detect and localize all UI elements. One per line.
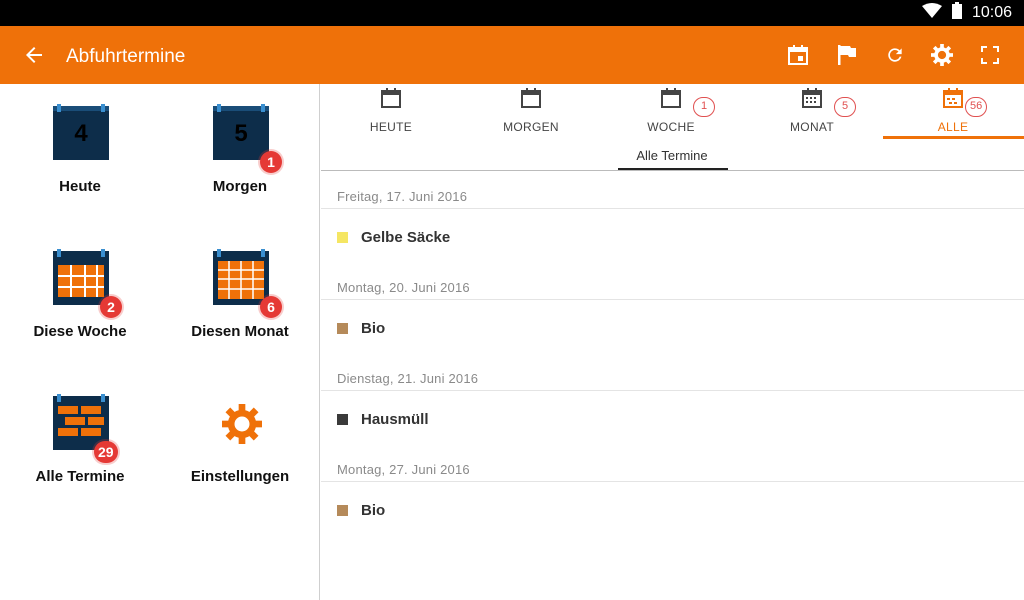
tab-count-badge: 56 xyxy=(965,97,988,117)
tile-diesen-monat[interactable]: 6 Diesen Monat xyxy=(160,229,320,369)
tab-monat[interactable]: 5 MONAT xyxy=(742,84,882,140)
termine-list: Freitag, 17. Juni 2016 Gelbe Säcke Monta… xyxy=(321,182,1024,546)
tab-alle[interactable]: 56 ALLE xyxy=(883,84,1023,140)
tile-label: Einstellungen xyxy=(190,468,290,485)
status-bar: 10:06 xyxy=(0,0,1024,26)
tile-day-number: 5 xyxy=(234,120,248,147)
color-swatch xyxy=(337,413,348,425)
list-item[interactable]: Freitag, 17. Juni 2016 Gelbe Säcke xyxy=(321,182,1024,273)
calendar-today-icon[interactable] xyxy=(786,43,810,67)
subtab-alle-termine[interactable]: Alle Termine xyxy=(617,148,727,170)
tile-label: Diese Woche xyxy=(33,323,127,340)
tile-label: Alle Termine xyxy=(35,468,125,485)
divider xyxy=(321,390,1024,391)
tile-alle-termine[interactable]: 29 Alle Termine xyxy=(0,374,160,514)
tile-day-number: 4 xyxy=(74,120,88,147)
active-tab-indicator xyxy=(883,136,1024,139)
entry-date: Dienstag, 21. Juni 2016 xyxy=(337,371,479,386)
wifi-icon xyxy=(921,2,942,24)
entry-date: Montag, 20. Juni 2016 xyxy=(337,280,470,295)
tile-count-badge: 2 xyxy=(100,296,122,318)
tile-heute[interactable]: 4 Heute xyxy=(0,84,160,224)
divider xyxy=(321,299,1024,300)
tab-label: WOCHE xyxy=(647,120,695,134)
tab-count-badge: 5 xyxy=(834,97,856,117)
tab-morgen[interactable]: MORGEN xyxy=(461,84,601,140)
fullscreen-icon[interactable] xyxy=(978,43,1002,67)
status-time: 10:06 xyxy=(971,4,1012,21)
tab-heute[interactable]: HEUTE xyxy=(321,84,461,140)
tile-diese-woche[interactable]: 2 Diese Woche xyxy=(0,229,160,369)
calendar-all-icon xyxy=(943,88,963,108)
flag-icon[interactable] xyxy=(835,43,859,67)
tile-count-badge: 29 xyxy=(94,441,118,463)
tile-morgen[interactable]: 5 1 Morgen xyxy=(160,84,320,224)
tile-label: Heute xyxy=(59,178,101,195)
refresh-icon[interactable] xyxy=(883,43,907,67)
list-item[interactable]: Montag, 27. Juni 2016 Bio xyxy=(321,455,1024,546)
color-swatch xyxy=(337,322,348,334)
color-swatch xyxy=(337,504,348,516)
entry-name: Hausmüll xyxy=(361,410,429,428)
calendar-icon xyxy=(661,88,681,108)
tile-einstellungen[interactable]: Einstellungen xyxy=(160,374,320,514)
calendar-icon xyxy=(521,88,541,108)
entry-name: Bio xyxy=(361,501,386,519)
termine-panel: HEUTE MORGEN 1 WOCHE 5 MONAT 56 ALLE All… xyxy=(321,84,1024,600)
divider xyxy=(321,170,1024,171)
back-arrow-icon[interactable] xyxy=(22,43,46,67)
entry-date: Montag, 27. Juni 2016 xyxy=(337,462,470,477)
divider xyxy=(321,481,1024,482)
tile-label: Diesen Monat xyxy=(191,323,289,340)
entry-name: Bio xyxy=(361,319,386,337)
tab-bar: HEUTE MORGEN 1 WOCHE 5 MONAT 56 ALLE xyxy=(321,84,1024,140)
calendar-week-icon xyxy=(53,249,109,305)
app-bar: Abfuhrtermine xyxy=(0,26,1024,84)
calendar-icon xyxy=(381,88,401,108)
tab-label: ALLE xyxy=(937,120,969,134)
tab-label: MORGEN xyxy=(503,120,559,134)
entry-name: Gelbe Säcke xyxy=(361,228,451,246)
dashboard-panel: 4 Heute 5 1 Morgen 2 Diese Woche 6 Diese… xyxy=(0,84,320,600)
list-item[interactable]: Montag, 20. Juni 2016 Bio xyxy=(321,273,1024,364)
calendar-month-icon xyxy=(213,249,269,305)
tab-woche[interactable]: 1 WOCHE xyxy=(601,84,741,140)
settings-icon[interactable] xyxy=(930,43,954,67)
tab-label: HEUTE xyxy=(369,120,413,134)
tab-count-badge: 1 xyxy=(693,97,715,117)
color-swatch xyxy=(337,231,348,243)
divider xyxy=(321,208,1024,209)
page-title: Abfuhrtermine xyxy=(66,46,186,67)
gear-icon xyxy=(222,404,262,444)
list-item[interactable]: Dienstag, 21. Juni 2016 Hausmüll xyxy=(321,364,1024,455)
entry-date: Freitag, 17. Juni 2016 xyxy=(337,189,468,204)
tile-count-badge: 6 xyxy=(260,296,282,318)
calendar-grid-icon xyxy=(802,88,822,108)
battery-icon xyxy=(951,2,962,24)
tile-count-badge: 1 xyxy=(260,151,282,173)
tile-label: Morgen xyxy=(212,178,268,195)
tab-label: MONAT xyxy=(790,120,834,134)
